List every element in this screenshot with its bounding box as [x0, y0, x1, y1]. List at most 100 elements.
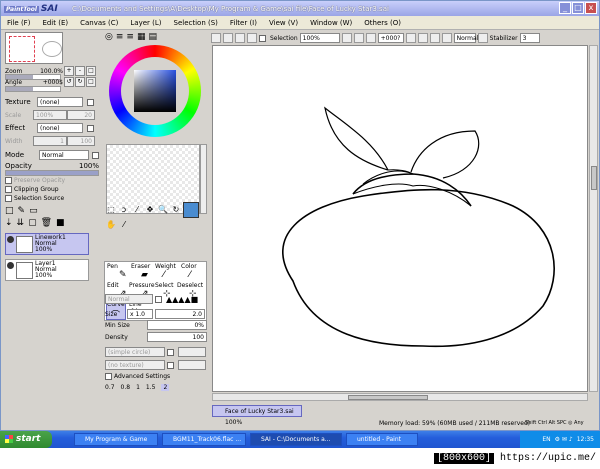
canvas-rotate-left-button[interactable]: [405, 33, 416, 43]
size-preset[interactable]: 1: [136, 384, 140, 391]
canvas-vertical-scrollbar[interactable]: [589, 45, 598, 392]
zoom-out-button[interactable]: -: [75, 66, 85, 76]
brush-shape-icons[interactable]: ▲▲▲▲■: [166, 295, 198, 304]
merge-down-icon[interactable]: ⇊: [17, 218, 25, 228]
layer-settings-icon[interactable]: ■: [56, 218, 65, 228]
size-preset[interactable]: 2: [161, 384, 170, 391]
size-preset[interactable]: 0.8: [121, 384, 131, 391]
foreground-color-swatch[interactable]: [183, 202, 199, 218]
scratchpad-tab-icon[interactable]: ▤: [148, 32, 157, 42]
density-value[interactable]: 100: [147, 332, 207, 342]
transfer-down-icon[interactable]: ⇣: [5, 218, 13, 228]
rect-select-icon[interactable]: ⬚: [105, 204, 117, 218]
maximize-button[interactable]: □: [572, 2, 584, 14]
hsv-slider-tab-icon[interactable]: ≡: [126, 32, 134, 42]
brush-mode-select[interactable]: Normal: [105, 294, 153, 304]
undo-button[interactable]: [211, 33, 221, 43]
pen-tool[interactable]: Pen: [107, 263, 118, 270]
canvas-mode-field[interactable]: Normal: [453, 33, 478, 43]
color-sv-square[interactable]: [134, 70, 176, 112]
task-bgm-player[interactable]: BGM11_Track06.flac ...: [162, 433, 246, 446]
canvas-angle-field[interactable]: +000?: [377, 33, 404, 43]
color-tool[interactable]: Color: [181, 263, 197, 270]
size-multiplier[interactable]: x 1.0: [127, 309, 153, 319]
tray-icons[interactable]: ⚙ ✉ ♪: [555, 436, 573, 443]
task-my-program-game[interactable]: My Program & Game: [74, 433, 158, 446]
navigator-preview[interactable]: [5, 32, 63, 64]
clear-layer-icon[interactable]: ▢: [28, 218, 37, 228]
deselect-button[interactable]: [235, 33, 245, 43]
magic-wand-icon[interactable]: ⁄: [131, 204, 143, 218]
pressure-tool[interactable]: Pressure: [129, 282, 155, 289]
document-tab[interactable]: Face of Lucky Star3.sai 100%: [212, 405, 302, 426]
rotate-left-button[interactable]: ↺: [64, 77, 74, 87]
brush-texture-select[interactable]: (no texture): [105, 360, 165, 370]
layer-row-layer1[interactable]: Layer1 Normal 100%: [5, 259, 89, 281]
layer-row-linework1[interactable]: Linework1 Normal 100%: [5, 233, 89, 255]
eyedropper-icon[interactable]: ⁄: [118, 219, 130, 233]
zoom-in-button[interactable]: +: [64, 66, 74, 76]
blend-mode-select[interactable]: Normal: [39, 150, 89, 160]
texture-settings-button[interactable]: [87, 98, 94, 106]
lasso-icon[interactable]: ↄ: [118, 204, 130, 218]
brush-shape-dropdown[interactable]: [167, 348, 174, 356]
menu-view[interactable]: View (V): [263, 19, 304, 27]
brush-mode-dropdown[interactable]: [155, 295, 162, 303]
preserve-opacity-checkbox[interactable]: [5, 177, 12, 184]
brush-texture-dropdown[interactable]: [167, 361, 174, 369]
deselect-tool[interactable]: Deselect: [177, 282, 203, 289]
select-tool[interactable]: Select: [155, 282, 174, 289]
min-size-value[interactable]: 0%: [147, 320, 207, 330]
size-preset[interactable]: 0.7: [105, 384, 115, 391]
canvas-mode-dropdown[interactable]: [477, 33, 488, 43]
drawing-canvas[interactable]: [212, 45, 588, 392]
zoom-reset-button[interactable]: □: [86, 66, 96, 76]
minimize-button[interactable]: _: [559, 2, 571, 14]
scratchpad-scrollbar[interactable]: [200, 144, 207, 214]
visibility-eye-icon[interactable]: [7, 262, 14, 269]
edit-tool[interactable]: Edit: [107, 282, 119, 289]
eraser-tool[interactable]: Eraser: [131, 263, 150, 270]
menu-edit[interactable]: Edit (E): [36, 19, 74, 27]
menu-canvas[interactable]: Canvas (C): [74, 19, 124, 27]
menu-selection[interactable]: Selection (S): [168, 19, 224, 27]
color-wheel-tab-icon[interactable]: ◎: [105, 32, 113, 42]
selection-source-checkbox[interactable]: [5, 195, 12, 202]
delete-layer-icon[interactable]: 🗑: [41, 218, 52, 228]
size-preset[interactable]: 1.5: [146, 384, 156, 391]
move-icon[interactable]: ✥: [144, 204, 156, 218]
menu-layer[interactable]: Layer (L): [124, 19, 167, 27]
visibility-eye-icon[interactable]: [7, 236, 14, 243]
texture-select[interactable]: (none): [37, 97, 83, 107]
canvas-rotate-right-button[interactable]: [417, 33, 428, 43]
effect-select[interactable]: (none): [37, 123, 83, 133]
language-indicator[interactable]: EN: [542, 436, 550, 443]
angle-slider[interactable]: [5, 86, 61, 92]
rotate-reset-button[interactable]: □: [86, 77, 96, 87]
invert-selection-button[interactable]: [247, 33, 257, 43]
canvas-rotate-reset-button[interactable]: [429, 33, 440, 43]
zoom-icon[interactable]: 🔍: [157, 204, 169, 218]
brush-shape-select[interactable]: (simple circle): [105, 347, 165, 357]
blend-mode-dropdown[interactable]: [92, 151, 99, 159]
canvas-horizontal-scrollbar[interactable]: [212, 393, 588, 401]
canvas-zoom-out-button[interactable]: [341, 33, 352, 43]
flip-canvas-button[interactable]: [441, 33, 452, 43]
close-button[interactable]: x: [585, 2, 597, 14]
stabilizer-field[interactable]: 3: [519, 33, 540, 43]
opacity-slider[interactable]: [5, 170, 99, 176]
start-button[interactable]: start: [0, 431, 52, 448]
color-wheel[interactable]: [109, 45, 201, 137]
selection-visible-checkbox[interactable]: [259, 34, 266, 42]
swatches-tab-icon[interactable]: ▦: [137, 32, 146, 42]
menu-filter[interactable]: Filter (I): [224, 19, 263, 27]
task-sai[interactable]: SAI - C:\Documents a...: [250, 433, 342, 446]
hand-icon[interactable]: ✋: [105, 219, 117, 233]
canvas-zoom-field[interactable]: 100%: [299, 33, 340, 43]
effect-settings-button[interactable]: [87, 124, 94, 132]
new-linework-layer-icon[interactable]: ✎: [18, 206, 26, 216]
canvas-zoom-in-button[interactable]: [353, 33, 364, 43]
task-paint[interactable]: untitled - Paint: [346, 433, 418, 446]
weight-tool[interactable]: Weight: [155, 263, 176, 270]
size-value[interactable]: 2.0: [155, 309, 205, 319]
